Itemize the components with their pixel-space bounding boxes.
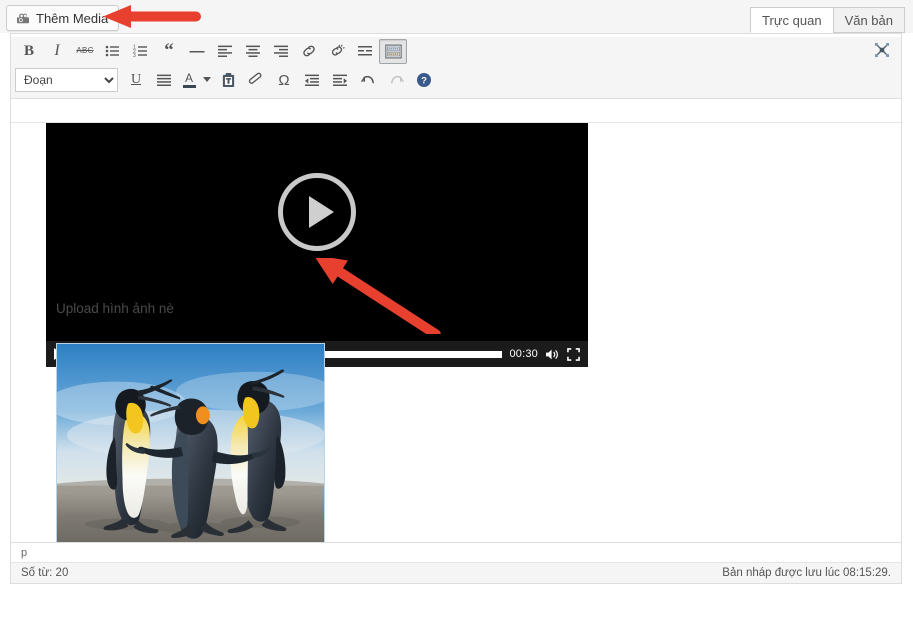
underline-button[interactable]: U <box>122 68 150 93</box>
penguins-photo <box>57 344 324 542</box>
remove-link-button[interactable] <box>323 39 351 64</box>
eraser-icon <box>248 72 262 84</box>
redo-button[interactable] <box>382 68 410 93</box>
special-character-label: Ω <box>278 71 290 89</box>
volume-icon[interactable] <box>545 348 560 361</box>
inserted-image[interactable] <box>56 343 325 543</box>
align-center-button[interactable] <box>239 39 267 64</box>
outdent-button[interactable] <box>298 68 326 93</box>
toolbar-row-1: B I ABC 1 2 3 “ — <box>11 37 901 65</box>
video-duration: 00:30 <box>509 348 538 360</box>
editor-content-area[interactable]: 00:00 00:30 <box>11 122 901 544</box>
outdent-icon <box>305 74 319 86</box>
italic-button[interactable]: I <box>43 39 71 64</box>
link-icon <box>303 45 315 57</box>
horizontal-rule-button[interactable]: — <box>183 39 211 64</box>
editor-status-bar: Số từ: 20 Bản nháp được lưu lúc 08:15:29… <box>11 562 901 583</box>
toolbar-row-2: ĐoạnTiêu đề 1Tiêu đề 2Tiêu đề 3Tiêu đề 4… <box>11 66 901 94</box>
content-paragraph[interactable]: Upload hình ảnh nè <box>56 301 174 316</box>
strikethrough-label: ABC <box>76 46 94 55</box>
insert-link-button[interactable] <box>295 39 323 64</box>
clipboard-icon <box>222 72 234 88</box>
clear-formatting-button[interactable] <box>242 68 270 93</box>
editor-frame: B I ABC 1 2 3 “ — Đoạn U A Ω ? 00:30 Upl… <box>10 33 902 584</box>
video-big-play-button[interactable] <box>278 173 356 251</box>
add-media-icon <box>15 10 31 26</box>
toolbar-toggle-button[interactable] <box>379 38 407 64</box>
svg-text:3: 3 <box>133 53 136 59</box>
chevron-down-icon <box>203 77 211 82</box>
bulleted-list-icon <box>105 45 119 57</box>
tab-visual[interactable]: Trực quan <box>750 7 834 33</box>
play-icon <box>308 196 334 228</box>
wordpress-post-editor: Thêm Media Trực quan Văn bản B I ABC 1 2… <box>0 0 913 618</box>
bold-label: B <box>23 42 34 59</box>
autosave-notice: Bản nháp được lưu lúc 08:15:29. <box>722 567 891 579</box>
distraction-free-icon <box>874 42 890 58</box>
align-center-icon <box>246 45 260 57</box>
indent-button[interactable] <box>326 68 354 93</box>
justify-icon <box>157 74 171 86</box>
bulleted-list-button[interactable] <box>99 39 127 64</box>
distraction-free-button[interactable] <box>869 38 895 62</box>
video-embed[interactable]: 00:00 00:30 <box>46 123 588 367</box>
editor-toolbar: B I ABC 1 2 3 “ — Đoạn U A Ω ? <box>11 37 901 99</box>
numbered-list-icon: 1 2 3 <box>133 44 147 59</box>
blockquote-button[interactable]: “ <box>155 39 183 64</box>
horizontal-rule-label: — <box>189 42 205 60</box>
element-path-bar: p <box>11 542 901 562</box>
help-button[interactable]: ? <box>410 68 438 93</box>
paste-as-text-button[interactable] <box>214 68 242 93</box>
toolbar-toggle-icon <box>384 44 402 58</box>
indent-icon <box>333 74 347 86</box>
blockquote-label: “ <box>164 40 174 62</box>
text-color-button[interactable]: A <box>178 68 200 93</box>
text-color-control: A <box>178 68 214 93</box>
editor-mode-tabs: Trực quan Văn bản <box>750 7 905 33</box>
svg-text:?: ? <box>421 76 427 87</box>
help-icon: ? <box>417 73 431 87</box>
add-media-label: Thêm Media <box>36 10 109 26</box>
tab-text-label: Văn bản <box>844 13 893 28</box>
text-color-swatch <box>182 85 196 88</box>
unlink-icon <box>331 44 345 56</box>
editor-top-bar: Thêm Media Trực quan Văn bản <box>0 0 913 33</box>
read-more-button[interactable] <box>351 39 379 64</box>
undo-icon <box>360 75 374 83</box>
tab-text[interactable]: Văn bản <box>832 7 905 33</box>
align-left-icon <box>218 45 232 57</box>
align-right-icon <box>274 45 288 57</box>
bold-button[interactable]: B <box>15 39 43 64</box>
justify-button[interactable] <box>150 68 178 93</box>
format-select[interactable]: ĐoạnTiêu đề 1Tiêu đề 2Tiêu đề 3Tiêu đề 4… <box>15 68 118 92</box>
tab-visual-label: Trực quan <box>762 13 822 28</box>
fullscreen-icon[interactable] <box>567 347 580 361</box>
word-count: Số từ: 20 <box>21 567 69 579</box>
underline-label: U <box>130 72 142 87</box>
align-right-button[interactable] <box>267 39 295 64</box>
text-color-label: A <box>184 71 193 85</box>
redo-icon <box>390 75 404 83</box>
add-media-button[interactable]: Thêm Media <box>6 5 120 31</box>
read-more-icon <box>358 46 372 56</box>
numbered-list-button[interactable]: 1 2 3 <box>127 39 155 64</box>
strikethrough-button[interactable]: ABC <box>71 39 99 64</box>
italic-label: I <box>54 42 60 59</box>
text-color-caret[interactable] <box>200 68 214 93</box>
undo-button[interactable] <box>354 68 382 93</box>
special-character-button[interactable]: Ω <box>270 68 298 93</box>
align-left-button[interactable] <box>211 39 239 64</box>
element-path: p <box>21 546 28 559</box>
